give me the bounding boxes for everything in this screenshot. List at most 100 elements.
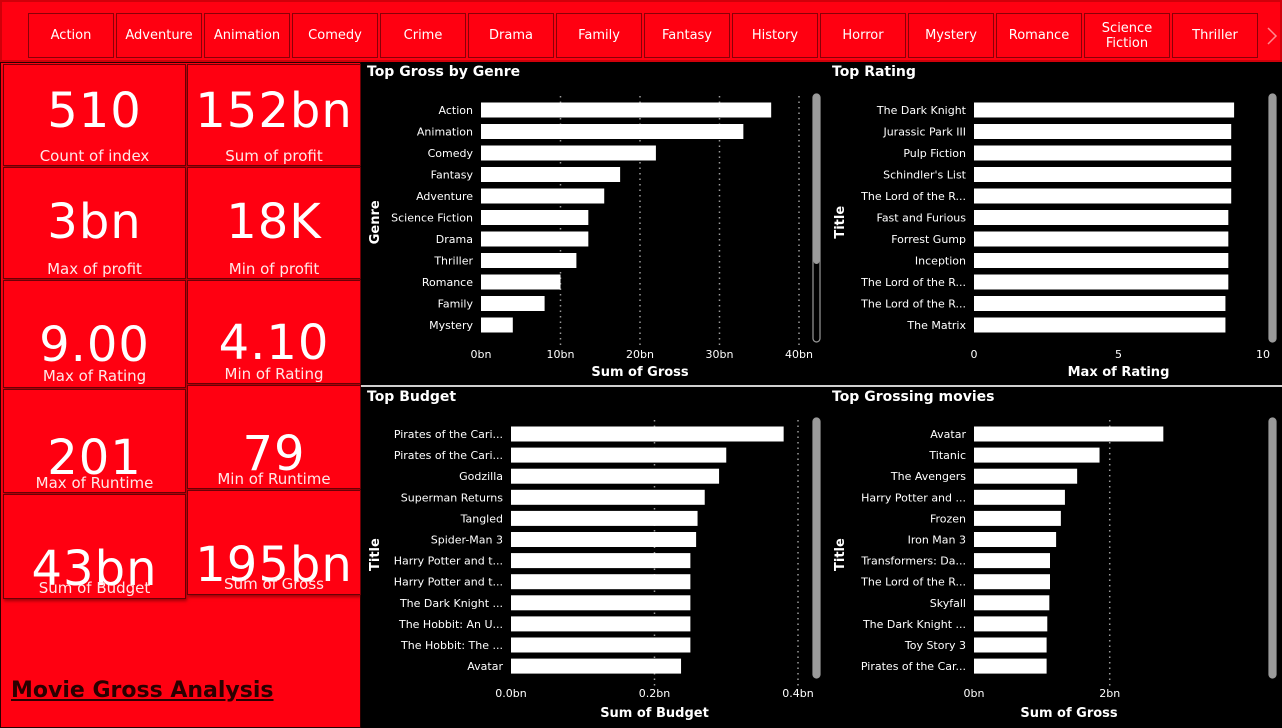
bar[interactable] <box>481 231 589 247</box>
y-axis-title: Title <box>833 206 848 239</box>
bar[interactable] <box>481 274 561 290</box>
bar[interactable] <box>974 210 1229 225</box>
scrollbar-thumb[interactable] <box>813 418 820 678</box>
tick-label: 0bn <box>964 687 985 700</box>
category-label: The Dark Knight ... <box>862 618 966 631</box>
bar[interactable] <box>974 188 1232 204</box>
genre-button-animation[interactable]: Animation <box>204 13 290 58</box>
category-label: Harry Potter and t... <box>394 576 503 589</box>
x-axis-title: Sum of Budget <box>600 706 709 721</box>
bar[interactable] <box>974 317 1226 333</box>
bar[interactable] <box>511 532 697 547</box>
category-label: Frozen <box>930 512 966 525</box>
bar[interactable] <box>974 274 1229 290</box>
bar[interactable] <box>974 510 1061 526</box>
bar[interactable] <box>511 616 691 632</box>
kpi-card-min-of-profit: 18K Min of profit <box>187 167 361 279</box>
genre-button-mystery[interactable]: Mystery <box>908 13 994 58</box>
bar[interactable] <box>974 231 1229 247</box>
kpi-value: 510 <box>47 83 142 139</box>
bar[interactable] <box>974 426 1164 442</box>
scrollbar-thumb[interactable] <box>1269 418 1276 678</box>
kpi-label: Count of index <box>39 147 150 165</box>
bar[interactable] <box>974 553 1050 569</box>
genre-button-science-fiction[interactable]: Science Fiction <box>1084 13 1170 58</box>
x-axis-title: Sum of Gross <box>1020 706 1118 721</box>
tick-label: 10bn <box>547 348 575 361</box>
tick-label: 0.0bn <box>495 687 526 700</box>
bar[interactable] <box>511 426 784 442</box>
chevron-right-icon[interactable] <box>1264 24 1280 48</box>
genre-button-family[interactable]: Family <box>556 13 642 58</box>
bar[interactable] <box>511 637 691 653</box>
chart-canvas: Avatar Titanic The Avengers Harry Potter an… <box>833 417 1277 721</box>
kpi-card-sum-of-gross: 195bn Sum of Gross <box>187 490 361 595</box>
scrollbar-thumb[interactable] <box>813 94 820 264</box>
bar[interactable] <box>511 489 705 505</box>
category-label: Forrest Gump <box>891 233 966 246</box>
genre-button-thriller[interactable]: Thriller <box>1172 13 1258 58</box>
top-budget-chart[interactable]: Pirates of the Cari... Pirates of the Car… <box>361 387 821 728</box>
bar[interactable] <box>974 658 1047 674</box>
bar[interactable] <box>974 637 1047 653</box>
bar[interactable] <box>511 468 720 484</box>
bar[interactable] <box>974 616 1048 632</box>
bar[interactable] <box>481 145 656 161</box>
bar[interactable] <box>974 253 1229 268</box>
category-label: Action <box>439 104 473 117</box>
bar[interactable] <box>974 489 1065 505</box>
bar[interactable] <box>974 595 1050 611</box>
genre-button-adventure[interactable]: Adventure <box>116 13 202 58</box>
category-label: Spider-Man 3 <box>431 534 503 547</box>
kpi-card-sum-of-budget: 43bn Sum of Budget <box>3 494 186 599</box>
bar[interactable] <box>511 553 691 569</box>
category-label: Skyfall <box>930 597 966 610</box>
top-rating-chart[interactable]: The Dark Knight Jurassic Park III Pulp Fic… <box>826 62 1282 385</box>
bar[interactable] <box>481 253 577 268</box>
bar[interactable] <box>481 188 605 204</box>
bar[interactable] <box>974 574 1050 590</box>
category-label: The Lord of the R... <box>860 276 966 289</box>
kpi-value: 152bn <box>195 83 353 139</box>
bar[interactable] <box>481 210 589 225</box>
bar[interactable] <box>974 532 1057 547</box>
genre-button-drama[interactable]: Drama <box>468 13 554 58</box>
tick-label: 0.4bn <box>782 687 813 700</box>
genre-button-fantasy[interactable]: Fantasy <box>644 13 730 58</box>
bar[interactable] <box>974 447 1100 463</box>
tick-label: 30bn <box>706 348 734 361</box>
bar[interactable] <box>974 468 1078 484</box>
top-gross-by-genre-chart[interactable]: Action Animation Comedy Fantasy Adventure Sci… <box>361 62 821 385</box>
kpi-value: 9.00 <box>39 317 150 373</box>
genre-button-romance[interactable]: Romance <box>996 13 1082 58</box>
bar[interactable] <box>511 595 691 611</box>
genre-button-history[interactable]: History <box>732 13 818 58</box>
genre-button-action[interactable]: Action <box>28 13 114 58</box>
tick-label: 5 <box>1115 348 1122 361</box>
bar[interactable] <box>511 574 691 590</box>
genre-button-crime[interactable]: Crime <box>380 13 466 58</box>
bar[interactable] <box>481 296 545 311</box>
kpi-label: Sum of profit <box>225 147 323 165</box>
kpi-card-max-of-runtime: 201 Max of Runtime <box>3 389 186 493</box>
bar[interactable] <box>974 145 1232 161</box>
bar[interactable] <box>481 167 621 182</box>
kpi-value: 3bn <box>47 194 142 250</box>
bar[interactable] <box>511 510 698 526</box>
scrollbar-thumb[interactable] <box>1269 94 1276 342</box>
category-label: Inception <box>915 255 966 268</box>
bar[interactable] <box>481 317 513 333</box>
bar[interactable] <box>974 296 1226 311</box>
bar[interactable] <box>974 167 1232 182</box>
genre-button-horror[interactable]: Horror <box>820 13 906 58</box>
category-label: Fast and Furious <box>877 212 967 225</box>
bar[interactable] <box>481 102 772 118</box>
bar[interactable] <box>974 102 1235 118</box>
bar[interactable] <box>511 447 727 463</box>
bar[interactable] <box>511 658 682 674</box>
category-label: The Matrix <box>906 319 966 332</box>
genre-button-comedy[interactable]: Comedy <box>292 13 378 58</box>
top-grossing-movies-chart[interactable]: Avatar Titanic The Avengers Harry Potter an… <box>826 387 1282 728</box>
bar[interactable] <box>974 124 1232 139</box>
bar[interactable] <box>481 124 744 139</box>
